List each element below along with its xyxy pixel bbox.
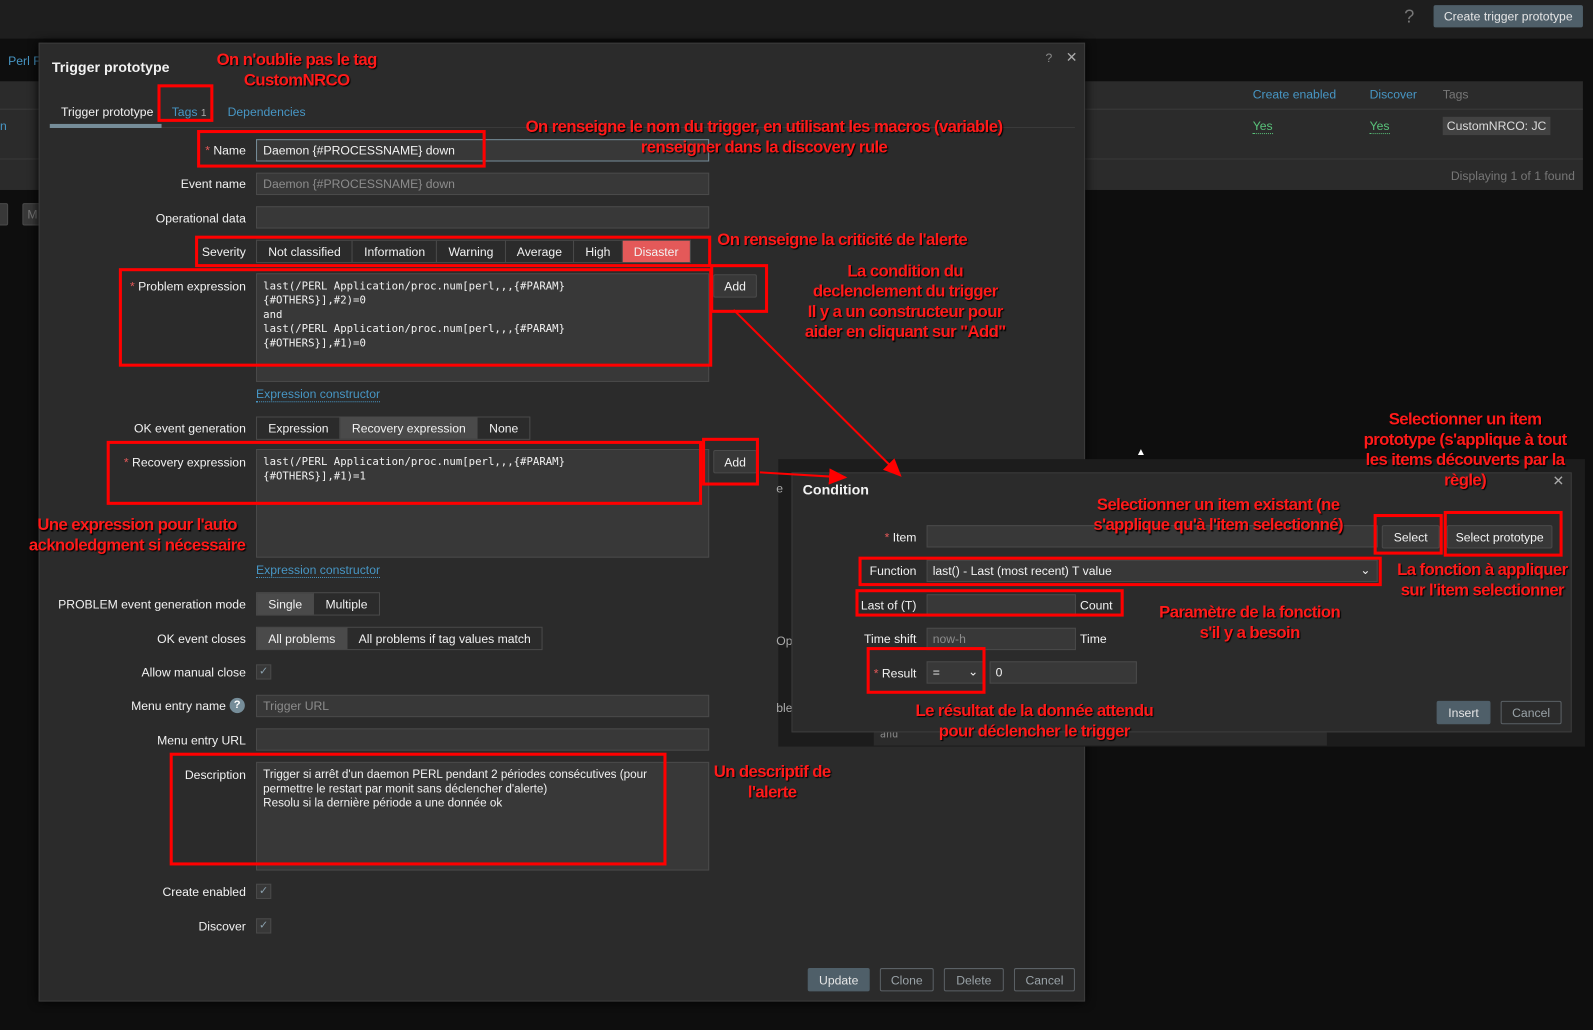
annotation-tag: On n'oublie pas le tag CustomNRCO <box>216 50 378 90</box>
annotation-condition: La condition du declenclement du trigger I… <box>804 262 1006 342</box>
annotation-result: Le résultat de la donnée attendu pour déc… <box>915 701 1154 741</box>
annotation-name: On renseigne le nom du trigger, en utili… <box>525 117 1003 157</box>
annotation-description: Un descriptif de l'alerte <box>713 762 832 802</box>
annotation-select-existing: Selectionner un item existant (ne s'appli… <box>1093 495 1343 535</box>
annotation-select-prototype: Selectionner un item prototype (s'appliqu… <box>1363 410 1568 490</box>
annotation-recovery: Une expression pour l'auto acknoledgment … <box>28 516 246 555</box>
arrow-to-condition-2 <box>759 468 848 485</box>
annotation-function: La fonction à appliquer sur l'item select… <box>1397 560 1568 600</box>
annotation-severity: On renseigne la criticité de l'alerte <box>717 230 968 249</box>
annotation-parameter: Paramètre de la fonction s'il y a besoin <box>1159 603 1341 642</box>
